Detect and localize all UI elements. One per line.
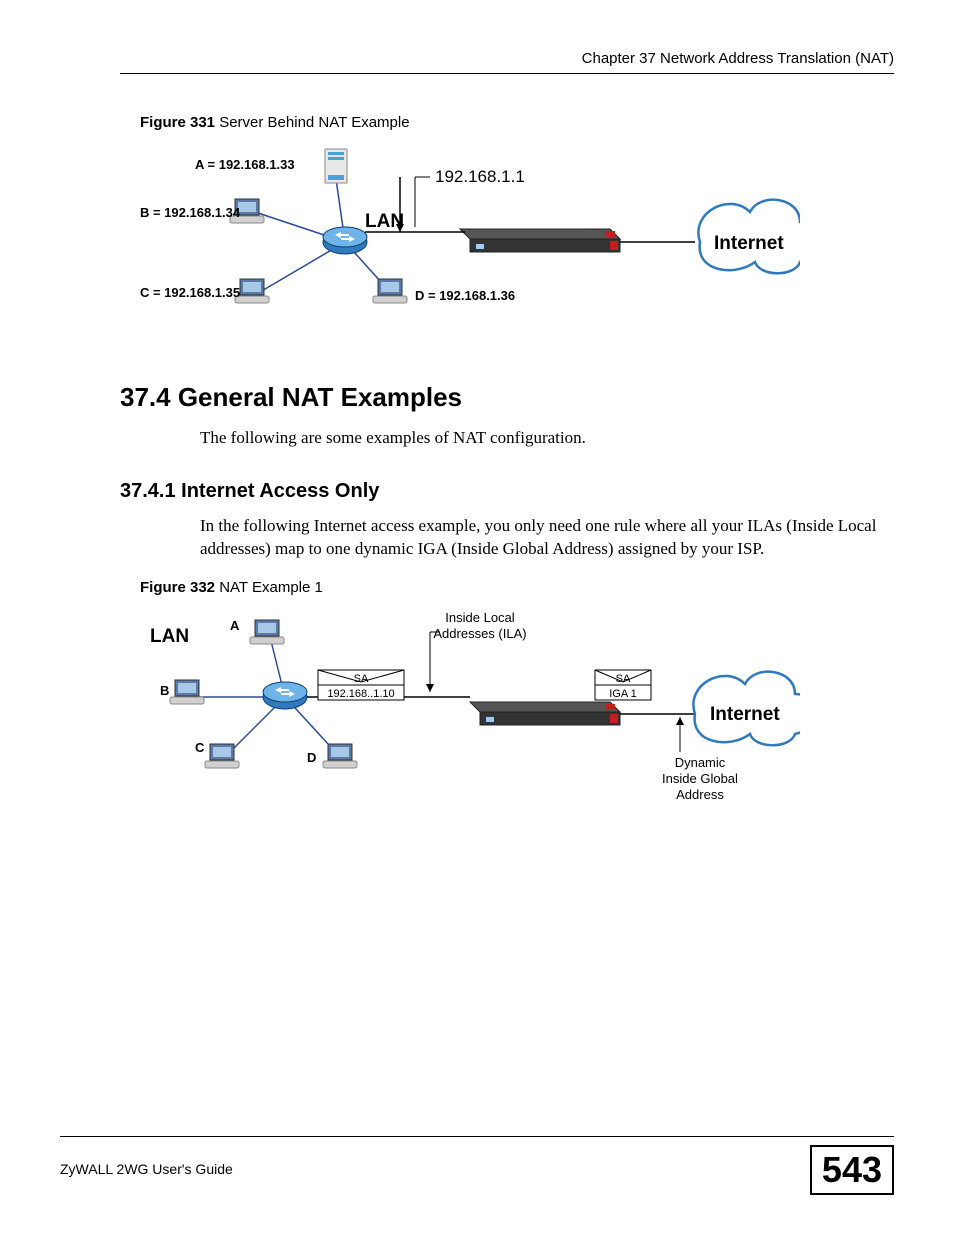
pc-d-icon: [373, 279, 407, 303]
figure-332-caption: Figure 332 NAT Example 1: [140, 579, 894, 596]
node-b-label-2: B: [160, 683, 169, 698]
pc-d-icon-2: [323, 744, 357, 768]
page-header: Chapter 37 Network Address Translation (…: [120, 50, 894, 74]
subsection-para: In the following Internet access example…: [200, 515, 884, 561]
node-c-label: C = 192.168.1.35: [140, 285, 240, 300]
switch-icon-2: [263, 682, 307, 709]
gateway-ip-label: 192.168.1.1: [435, 167, 525, 186]
internet-cloud-icon-2: Internet: [693, 671, 800, 745]
figure-332-title: NAT Example 1: [215, 579, 323, 596]
node-c-label-2: C: [195, 740, 205, 755]
node-d-label: D = 192.168.1.36: [415, 288, 515, 303]
figure-331-caption: Figure 331 Server Behind NAT Example: [140, 114, 894, 131]
ila-label-line2: Addresses (ILA): [433, 626, 526, 641]
router-icon-2: [470, 702, 620, 725]
page-number: 543: [810, 1145, 894, 1195]
figure-332-number: Figure 332: [140, 579, 215, 596]
switch-icon: [323, 227, 367, 254]
lan-label-2: LAN: [150, 626, 189, 647]
internet-cloud-icon: Internet: [698, 200, 800, 274]
figure-332-diagram: LAN A: [140, 602, 894, 827]
iga-label-line3: Address: [676, 787, 724, 802]
router-icon: [460, 229, 620, 252]
internet-label-2: Internet: [710, 704, 780, 725]
envelope2-bottom: IGA 1: [609, 688, 637, 700]
pc-c-icon-2: [205, 744, 239, 768]
section-heading: 37.4 General NAT Examples: [120, 382, 894, 413]
section-intro: The following are some examples of NAT c…: [200, 427, 884, 450]
envelope1-top: SA: [354, 673, 369, 685]
node-b-label: B = 192.168.1.34: [140, 205, 241, 220]
envelope-ila-icon: SA 192.168..1.10: [318, 670, 404, 700]
footer-guide-title: ZyWALL 2WG User's Guide: [60, 1161, 233, 1177]
ila-label-line1: Inside Local: [445, 610, 514, 625]
node-d-label-2: D: [307, 750, 316, 765]
page-footer: ZyWALL 2WG User's Guide 543: [60, 1136, 894, 1195]
internet-label: Internet: [714, 233, 784, 254]
lan-label: LAN: [365, 211, 404, 232]
figure-331-number: Figure 331: [140, 114, 215, 131]
figure-331-title: Server Behind NAT Example: [215, 114, 410, 131]
envelope-iga-icon: SA IGA 1: [595, 670, 651, 700]
pc-b-icon-2: [170, 680, 204, 704]
iga-label-line1: Dynamic: [675, 755, 726, 770]
pc-a-icon-2: [250, 620, 284, 644]
node-a-label: A = 192.168.1.33: [195, 157, 295, 172]
envelope2-top: SA: [616, 673, 631, 685]
subsection-heading: 37.4.1 Internet Access Only: [120, 480, 894, 503]
figure-331-diagram: A = 192.168.1.33 B = 192.168.1.34 C = 19…: [140, 137, 894, 332]
envelope1-bottom: 192.168..1.10: [327, 688, 394, 700]
server-icon: [325, 149, 347, 183]
iga-label-line2: Inside Global: [662, 771, 738, 786]
node-a-label-2: A: [230, 618, 240, 633]
